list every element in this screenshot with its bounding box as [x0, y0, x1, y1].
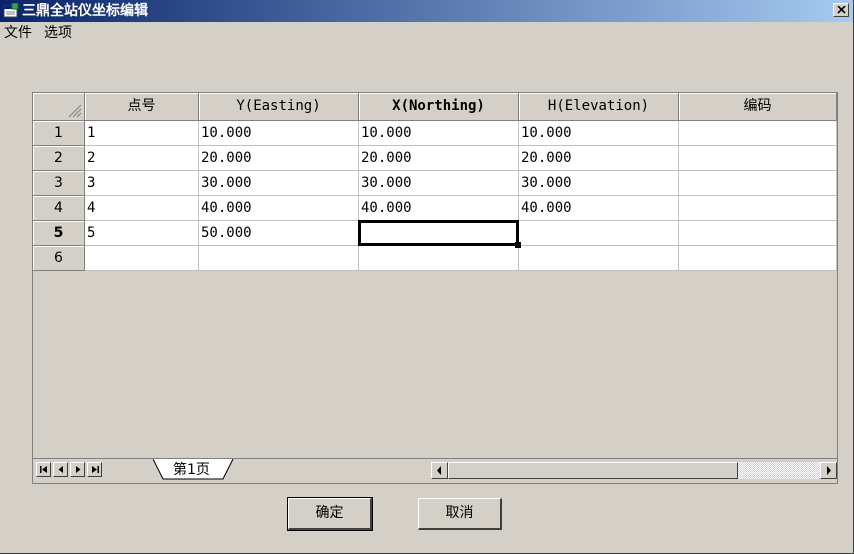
next-icon [76, 466, 81, 473]
first-icon [40, 466, 47, 473]
table-cell[interactable]: 20.000 [359, 146, 519, 171]
column-header[interactable]: 编码 [679, 93, 837, 121]
table-cell[interactable]: 10.000 [199, 121, 359, 146]
table-cell[interactable]: 3 [85, 171, 199, 196]
resize-grip-icon [68, 104, 82, 118]
table-cell[interactable]: 50.000 [199, 221, 359, 246]
prev-icon [58, 466, 63, 473]
table-cell[interactable]: 30.000 [519, 171, 679, 196]
scroll-track-remaining[interactable] [738, 462, 820, 479]
table-cell[interactable]: 40.000 [199, 196, 359, 221]
table-cell[interactable] [679, 246, 837, 271]
horizontal-scrollbar[interactable] [431, 462, 837, 479]
close-button[interactable] [833, 3, 849, 17]
row-header[interactable]: 6 [33, 246, 85, 271]
scroll-right-icon [827, 466, 831, 475]
table-cell[interactable] [679, 171, 837, 196]
row-header[interactable]: 3 [33, 171, 85, 196]
title-bar: 三鼎全站仪坐标编辑 [0, 0, 853, 22]
scroll-left-button[interactable] [431, 462, 448, 479]
table-cell[interactable]: 10.000 [519, 121, 679, 146]
sheet-tab-label: 第1页 [173, 462, 210, 478]
last-sheet-button[interactable] [87, 462, 102, 477]
table-cell[interactable] [199, 246, 359, 271]
table-cell[interactable] [679, 221, 837, 246]
last-icon [92, 466, 99, 473]
row-header[interactable]: 5 [33, 221, 85, 246]
table-cell[interactable] [519, 246, 679, 271]
column-header[interactable]: H(Elevation) [519, 93, 679, 121]
row-header[interactable]: 1 [33, 121, 85, 146]
table-cell[interactable]: 30.000 [359, 171, 519, 196]
column-header[interactable]: X(Northing) [359, 93, 519, 121]
scroll-right-button[interactable] [820, 462, 837, 479]
spreadsheet: 点号 Y(Easting) X(Northing) H(Elevation) 编码 1 1 1… [32, 92, 838, 484]
scroll-track[interactable] [448, 462, 820, 479]
column-header[interactable]: Y(Easting) [199, 93, 359, 121]
table-cell[interactable]: 1 [85, 121, 199, 146]
table-cell[interactable] [679, 196, 837, 221]
table-cell[interactable]: 40.000 [359, 196, 519, 221]
close-icon [837, 6, 846, 14]
row-header[interactable]: 4 [33, 196, 85, 221]
sheet-tab-bar: 第1页 [33, 458, 837, 481]
ok-button[interactable]: 确定 [287, 497, 373, 531]
next-sheet-button[interactable] [70, 462, 85, 477]
scroll-thumb[interactable] [448, 462, 738, 479]
sheet-tab-1[interactable]: 第1页 [153, 459, 235, 480]
table-cell[interactable]: 10.000 [359, 121, 519, 146]
table-cell[interactable]: 40.000 [519, 196, 679, 221]
fill-handle[interactable] [515, 242, 521, 248]
menu-bar: 文件 选项 [0, 22, 853, 44]
coordinate-editor-window: 三鼎全站仪坐标编辑 文件 选项 点号 Y(Easting) X(Northing) H… [0, 0, 854, 554]
table-cell[interactable] [679, 121, 837, 146]
scroll-left-icon [437, 466, 441, 475]
table-cell[interactable] [85, 246, 199, 271]
table-cell[interactable]: 2 [85, 146, 199, 171]
prev-sheet-button[interactable] [53, 462, 68, 477]
active-cell-selection[interactable] [358, 220, 519, 246]
row-header[interactable]: 2 [33, 146, 85, 171]
first-sheet-button[interactable] [36, 462, 51, 477]
table-cell[interactable] [679, 146, 837, 171]
table-cell[interactable]: 5 [85, 221, 199, 246]
menu-options[interactable]: 选项 [42, 24, 74, 42]
window-title: 三鼎全站仪坐标编辑 [22, 3, 148, 19]
table-cell[interactable] [359, 246, 519, 271]
table-cell[interactable]: 4 [85, 196, 199, 221]
select-all-corner[interactable] [33, 93, 85, 121]
table-cell[interactable] [519, 221, 679, 246]
column-header[interactable]: 点号 [85, 93, 199, 121]
table-cell[interactable]: 20.000 [199, 146, 359, 171]
table-cell[interactable]: 20.000 [519, 146, 679, 171]
data-grid: 点号 Y(Easting) X(Northing) H(Elevation) 编码 1 1 1… [33, 93, 837, 295]
cancel-button[interactable]: 取消 [418, 498, 502, 530]
app-icon [3, 3, 19, 18]
menu-file[interactable]: 文件 [2, 24, 34, 42]
table-cell[interactable]: 30.000 [199, 171, 359, 196]
